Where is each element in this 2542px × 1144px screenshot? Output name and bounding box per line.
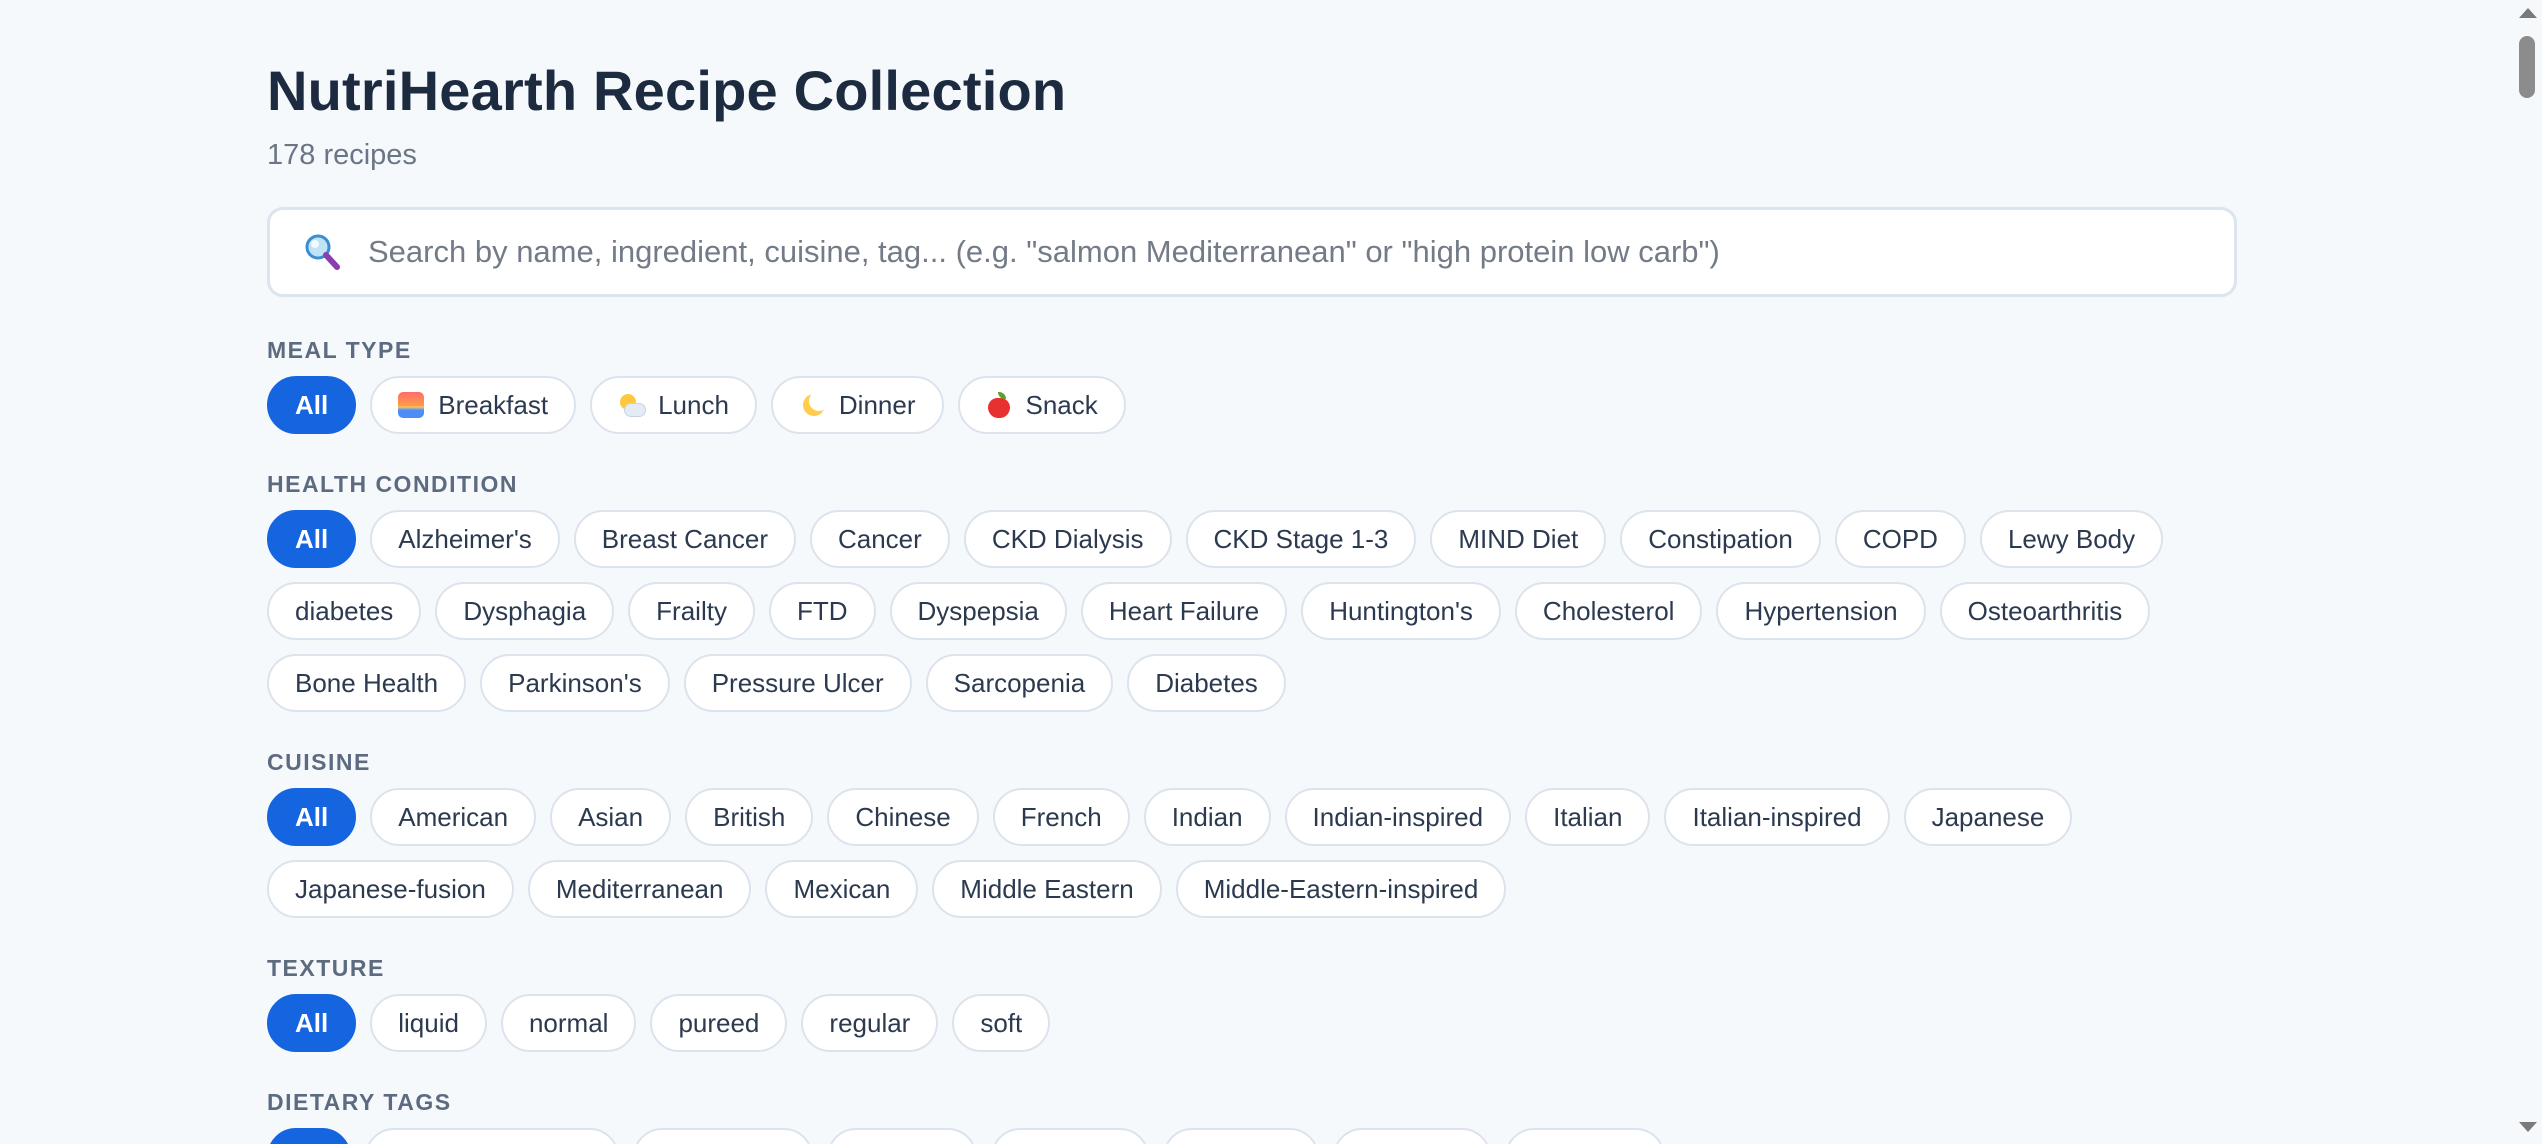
health-condition-ckd-dialysis-chip[interactable]: CKD Dialysis: [963, 510, 1172, 568]
chip-label: Breakfast: [438, 389, 549, 420]
scroll-down-arrow-icon[interactable]: [2519, 1122, 2537, 1132]
health-condition-hypertension-chip[interactable]: Hypertension: [1716, 582, 1926, 640]
scrollbar-thumb[interactable]: [2519, 36, 2535, 98]
vertical-scrollbar[interactable]: [2512, 0, 2542, 1144]
cuisine-indian-inspired-chip[interactable]: Indian-inspired: [1284, 788, 1512, 846]
page-title: NutriHearth Recipe Collection: [267, 59, 1067, 122]
dietary-tag-chip[interactable]: [633, 1128, 813, 1144]
cuisine-middle-eastern-chip[interactable]: Middle Eastern: [932, 860, 1162, 918]
dietary-tags-label: DIETARY TAGS: [267, 1089, 452, 1115]
meal-type-dinner-chip[interactable]: Dinner: [770, 376, 944, 434]
health-condition-dyspepsia-chip[interactable]: Dyspepsia: [889, 582, 1067, 640]
meal-type-lunch-chip[interactable]: Lunch: [590, 376, 757, 434]
texture-pureed-chip[interactable]: pureed: [650, 994, 788, 1052]
health-condition-label: HEALTH CONDITION: [267, 471, 519, 497]
health-condition-breast-cancer-chip[interactable]: Breast Cancer: [573, 510, 796, 568]
search-bar[interactable]: [267, 207, 2237, 297]
dietary-tag-chip[interactable]: [991, 1128, 1149, 1144]
red-apple-icon: [986, 392, 1012, 418]
cuisine-british-chip[interactable]: British: [685, 788, 814, 846]
cuisine-all-chip[interactable]: All: [267, 788, 357, 846]
health-condition-cholesterol-chip[interactable]: Cholesterol: [1514, 582, 1703, 640]
cuisine-french-chip[interactable]: French: [992, 788, 1130, 846]
health-condition-parkinson-s-chip[interactable]: Parkinson's: [480, 654, 670, 712]
health-condition-pressure-ulcer-chip[interactable]: Pressure Ulcer: [683, 654, 912, 712]
health-condition-sarcopenia-chip[interactable]: Sarcopenia: [925, 654, 1114, 712]
health-condition-ftd-chip[interactable]: FTD: [768, 582, 876, 640]
cuisine-japanese-chip[interactable]: Japanese: [1903, 788, 2073, 846]
dietary-tag-chip[interactable]: [365, 1128, 619, 1144]
cuisine-japanese-fusion-chip[interactable]: Japanese-fusion: [267, 860, 514, 918]
sun-behind-cloud-icon: [618, 392, 647, 418]
cuisine-italian-inspired-chip[interactable]: Italian-inspired: [1664, 788, 1890, 846]
health-condition-huntington-s-chip[interactable]: Huntington's: [1301, 582, 1501, 640]
meal-type-snack-chip[interactable]: Snack: [957, 376, 1126, 434]
page: NutriHearth Recipe Collection 178 recipe…: [0, 0, 2542, 1144]
crescent-moon-icon: [799, 391, 829, 418]
cuisine-mediterranean-chip[interactable]: Mediterranean: [527, 860, 752, 918]
health-condition-all-chip[interactable]: All: [267, 510, 357, 568]
chip-label: Dinner: [838, 389, 916, 420]
cuisine-asian-chip[interactable]: Asian: [550, 788, 672, 846]
health-condition-alzheimer-s-chip[interactable]: Alzheimer's: [370, 510, 560, 568]
scroll-up-arrow-icon[interactable]: [2519, 8, 2537, 18]
meal-type-breakfast-chip[interactable]: Breakfast: [370, 376, 577, 434]
health-condition-diabetes-chip[interactable]: Diabetes: [1127, 654, 1286, 712]
health-condition-cancer-chip[interactable]: Cancer: [809, 510, 950, 568]
texture-filters: All liquid normal pureed regular soft: [267, 994, 2242, 1052]
cuisine-american-chip[interactable]: American: [370, 788, 537, 846]
cuisine-filters: All American Asian British Chinese French Indi…: [267, 788, 2242, 918]
health-condition-frailty-chip[interactable]: Frailty: [628, 582, 755, 640]
cuisine-indian-chip[interactable]: Indian: [1143, 788, 1271, 846]
chip-label: Lunch: [658, 389, 729, 420]
texture-regular-chip[interactable]: regular: [801, 994, 939, 1052]
health-condition-ckd-stage-1-3-chip[interactable]: CKD Stage 1-3: [1185, 510, 1417, 568]
health-condition-constipation-chip[interactable]: Constipation: [1620, 510, 1821, 568]
dietary-tag-chip[interactable]: [1163, 1128, 1319, 1144]
health-condition-mind-diet-chip[interactable]: MIND Diet: [1430, 510, 1607, 568]
texture-liquid-chip[interactable]: liquid: [370, 994, 487, 1052]
health-condition-heart-failure-chip[interactable]: Heart Failure: [1080, 582, 1288, 640]
recipe-count: 178 recipes: [267, 139, 417, 171]
texture-all-chip[interactable]: All: [267, 994, 357, 1052]
health-condition-osteoarthritis-chip[interactable]: Osteoarthritis: [1939, 582, 2151, 640]
cuisine-chinese-chip[interactable]: Chinese: [827, 788, 979, 846]
cuisine-middle-eastern-inspired-chip[interactable]: Middle-Eastern-inspired: [1175, 860, 1507, 918]
dietary-tag-chip[interactable]: [1333, 1128, 1491, 1144]
meal-type-label: MEAL TYPE: [267, 337, 412, 363]
health-condition-bone-health-chip[interactable]: Bone Health: [267, 654, 467, 712]
chip-label: Snack: [1025, 389, 1098, 420]
health-condition-copd-chip[interactable]: COPD: [1834, 510, 1966, 568]
health-condition-dysphagia-chip[interactable]: Dysphagia: [435, 582, 615, 640]
health-condition-diabetes-chip[interactable]: diabetes: [267, 582, 422, 640]
health-condition-lewy-body-chip[interactable]: Lewy Body: [1979, 510, 2164, 568]
health-condition-filters: All Alzheimer's Breast Cancer Cancer CKD Dia…: [267, 510, 2242, 712]
dietary-tags-filters: [267, 1128, 2242, 1144]
cuisine-label: CUISINE: [267, 749, 371, 775]
cuisine-mexican-chip[interactable]: Mexican: [765, 860, 919, 918]
texture-soft-chip[interactable]: soft: [952, 994, 1051, 1052]
texture-label: TEXTURE: [267, 955, 385, 981]
search-input[interactable]: [366, 221, 2190, 283]
meal-type-filters: All Breakfast Lunch Dinner Snack: [267, 376, 2242, 434]
main-content: NutriHearth Recipe Collection 178 recipe…: [267, 55, 2242, 1144]
magnifying-glass-icon: [302, 232, 342, 272]
dietary-tags-all-chip[interactable]: [267, 1128, 351, 1144]
meal-type-all-chip[interactable]: All: [267, 376, 357, 434]
dietary-tag-chip[interactable]: [827, 1128, 977, 1144]
dietary-tag-chip[interactable]: [1505, 1128, 1665, 1144]
sunrise-icon: [398, 392, 425, 418]
cuisine-italian-chip[interactable]: Italian: [1525, 788, 1651, 846]
texture-normal-chip[interactable]: normal: [500, 994, 637, 1052]
